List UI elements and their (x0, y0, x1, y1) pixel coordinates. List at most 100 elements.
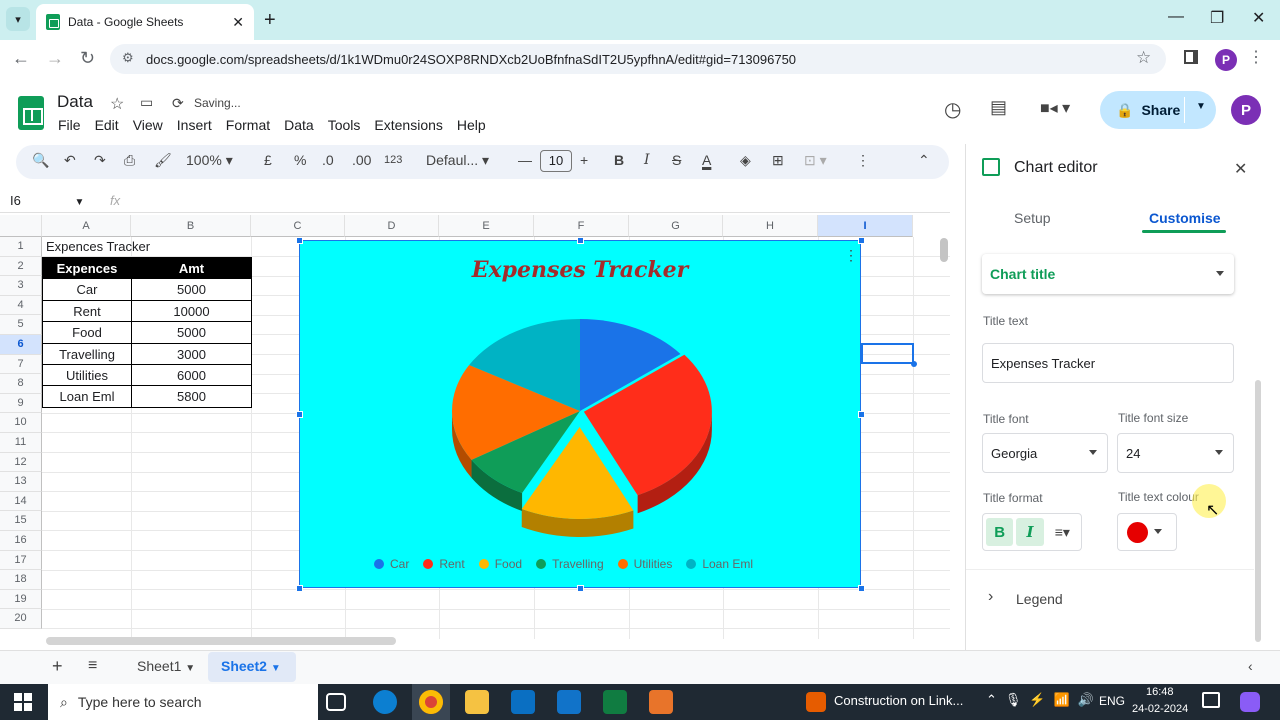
legend-expand-icon[interactable]: › (988, 588, 993, 606)
font-size-input[interactable]: 10 (540, 150, 572, 172)
chart-resize-handle[interactable] (296, 411, 303, 418)
zoom-select[interactable]: 100% ▾ (186, 152, 233, 169)
menu-format[interactable]: Format (226, 117, 270, 133)
new-tab-icon[interactable]: + (264, 9, 276, 32)
reload-icon[interactable]: ↻ (80, 48, 95, 69)
notification-icon[interactable] (806, 692, 826, 712)
copilot-icon[interactable] (1240, 692, 1260, 712)
table-header-cell[interactable]: Amt (131, 257, 252, 280)
close-tab-icon[interactable]: ✕ (232, 14, 244, 31)
name-box[interactable]: I6 ▼ (10, 193, 84, 208)
site-info-icon[interactable]: ⚙ (122, 50, 134, 66)
chart-resize-handle[interactable] (858, 585, 865, 592)
legend-item[interactable]: Utilities (617, 557, 672, 571)
column-header[interactable]: E (439, 215, 534, 237)
row-header[interactable]: 8 (0, 374, 42, 394)
table-cell[interactable]: 5800 (131, 385, 252, 408)
document-title[interactable]: Data (57, 92, 93, 112)
chart-title-section[interactable]: Chart title (982, 254, 1234, 294)
column-header[interactable]: G (629, 215, 723, 237)
table-cell[interactable]: 6000 (131, 364, 252, 387)
row-header[interactable]: 9 (0, 393, 42, 414)
row-header[interactable]: 17 (0, 550, 42, 571)
file-explorer-icon[interactable] (465, 690, 489, 714)
sheet-tab-sheet2[interactable]: Sheet2 ▼ (221, 658, 281, 674)
tab-setup[interactable]: Setup (1014, 210, 1051, 226)
excel-icon[interactable] (603, 690, 627, 714)
row-header[interactable]: 3 (0, 276, 42, 296)
chart-resize-handle[interactable] (577, 237, 584, 244)
row-header[interactable]: 5 (0, 315, 42, 335)
column-header[interactable]: A (42, 215, 131, 237)
increase-decimal-button[interactable]: .00 (352, 152, 371, 168)
merge-cells-icon[interactable]: ⊡ ▾ (804, 152, 827, 169)
section-dropdown-icon[interactable] (1216, 271, 1224, 276)
vertical-scrollbar[interactable] (940, 238, 948, 262)
all-sheets-icon[interactable]: ≡ (88, 657, 97, 675)
share-dropdown-icon[interactable]: ▼ (1196, 101, 1206, 112)
fill-handle[interactable] (911, 361, 917, 367)
add-sheet-icon[interactable]: + (52, 656, 63, 677)
title-font-size-select[interactable]: 24 (1117, 433, 1234, 473)
address-bar[interactable]: ⚙ docs.google.com/spreadsheets/d/1k1WDmu… (110, 44, 1166, 74)
chart-menu-icon[interactable]: ⋮ (844, 247, 858, 264)
table-cell[interactable]: 5000 (131, 278, 252, 301)
row-header[interactable]: 11 (0, 433, 42, 453)
menu-extensions[interactable]: Extensions (374, 117, 442, 133)
chrome-icon[interactable] (419, 690, 443, 714)
table-cell[interactable]: Loan Eml (42, 385, 132, 408)
selected-cell-i6[interactable] (861, 343, 914, 364)
row-header[interactable]: 7 (0, 354, 42, 375)
tab-search-button[interactable]: ▾ (6, 7, 30, 31)
percent-format-button[interactable]: % (294, 152, 306, 168)
redo-icon[interactable]: ↷ (94, 152, 106, 169)
mail-icon[interactable] (557, 690, 581, 714)
table-cell[interactable]: Rent (42, 299, 132, 323)
legend-item[interactable]: Loan Eml (686, 557, 753, 571)
bold-icon[interactable]: B (614, 152, 624, 168)
browser-tab[interactable]: Data - Google Sheets ✕ (36, 4, 254, 40)
menu-file[interactable]: File (58, 117, 81, 133)
italic-toggle[interactable]: I (1016, 518, 1044, 546)
legend-item[interactable]: Travelling (536, 557, 604, 571)
clock-time[interactable]: 16:48 (1146, 686, 1174, 698)
row-header[interactable]: 1 (0, 237, 42, 257)
chart-resize-handle[interactable] (858, 237, 865, 244)
table-cell[interactable]: 5000 (131, 321, 252, 344)
title-colour-picker[interactable] (1117, 513, 1177, 551)
horizontal-scrollbar[interactable] (46, 637, 396, 645)
row-header[interactable]: 10 (0, 413, 42, 433)
meet-icon[interactable]: ■◂ ▾ (1040, 98, 1070, 118)
star-icon[interactable]: ☆ (110, 94, 124, 114)
chart-resize-handle[interactable] (296, 237, 303, 244)
legend-section[interactable]: Legend (1016, 591, 1063, 607)
name-box-dropdown-icon[interactable]: ▼ (74, 197, 84, 208)
column-header[interactable]: B (131, 215, 251, 237)
row-header[interactable]: 6 (0, 335, 42, 355)
browser-menu-icon[interactable]: ⋮ (1248, 47, 1264, 67)
fill-color-icon[interactable]: ◈ (740, 152, 751, 169)
menu-help[interactable]: Help (457, 117, 486, 133)
table-cell[interactable]: 10000 (131, 299, 252, 323)
row-header[interactable]: 13 (0, 472, 42, 492)
row-header[interactable]: 19 (0, 589, 42, 610)
sheet-tab-sheet1[interactable]: Sheet1 ▼ (137, 658, 195, 674)
chart-resize-handle[interactable] (858, 411, 865, 418)
legend-item[interactable]: Rent (423, 557, 465, 571)
row-header[interactable]: 20 (0, 609, 42, 629)
edge-icon[interactable] (373, 690, 397, 714)
close-editor-icon[interactable]: ✕ (1234, 159, 1247, 179)
italic-icon[interactable]: I (644, 152, 650, 168)
title-font-select[interactable]: Georgia (982, 433, 1108, 473)
table-cell[interactable]: Food (42, 321, 132, 344)
task-view-icon[interactable] (326, 693, 346, 711)
row-header[interactable]: 18 (0, 570, 42, 590)
increase-font-size-icon[interactable]: + (580, 152, 588, 168)
pie-chart-plot[interactable] (440, 311, 720, 551)
strikethrough-icon[interactable]: S (672, 152, 681, 168)
table-cell[interactable]: Travelling (42, 342, 132, 365)
expand-side-panel-icon[interactable]: ‹ (1248, 658, 1253, 674)
decrease-font-size-icon[interactable]: — (518, 152, 532, 168)
forward-icon[interactable]: → (46, 48, 64, 69)
menu-view[interactable]: View (133, 117, 163, 133)
